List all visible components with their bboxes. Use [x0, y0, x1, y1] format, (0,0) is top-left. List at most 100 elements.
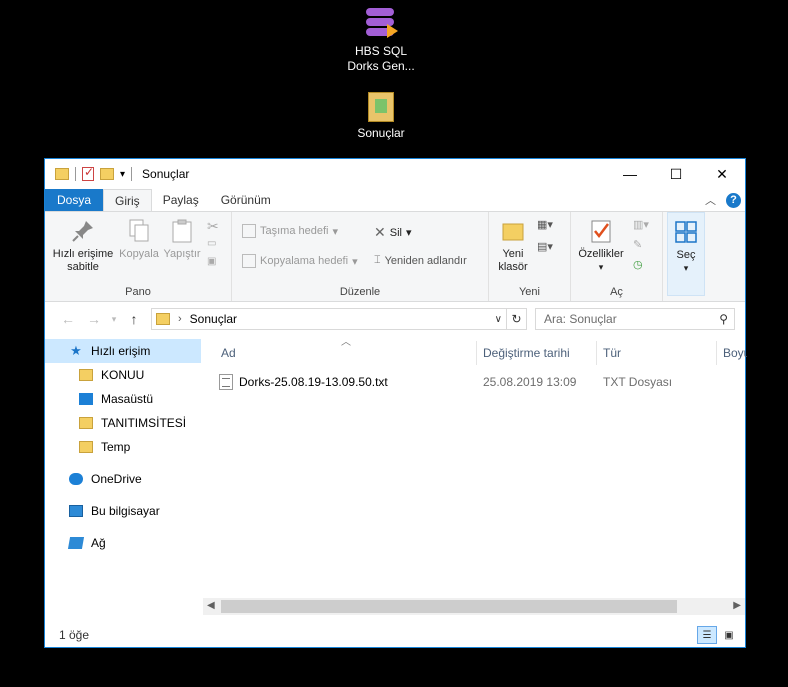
select-label: Seç — [676, 249, 696, 261]
scroll-left-icon[interactable]: ◀ — [207, 600, 215, 611]
properties-button[interactable]: Özellikler ▾ — [575, 218, 627, 274]
select-dropdown-icon: ▾ — [683, 263, 689, 273]
large-icons-view-icon[interactable]: ▣ — [719, 626, 739, 644]
delete-label: Sil — [389, 226, 402, 239]
easy-access-icon[interactable]: ▤▾ — [537, 240, 553, 262]
properties-icon — [588, 218, 614, 244]
column-header-name[interactable]: Ad — [221, 339, 476, 367]
network-icon — [67, 537, 85, 549]
open-group: Özellikler ▾ ▥▾ ✎ ◷ Aç — [571, 212, 663, 301]
nav-item-label: Bu bilgisayar — [91, 504, 160, 518]
tab-home[interactable]: Giriş — [103, 189, 152, 211]
nav-item-network[interactable]: Ağ — [45, 531, 201, 555]
paste-label: Yapıştır — [163, 248, 201, 260]
details-view-icon[interactable]: ☰ — [697, 626, 717, 644]
copy-to-icon — [242, 254, 256, 268]
select-group: Seç ▾ — [663, 212, 741, 301]
pin-quick-access-button[interactable]: Hızlı erişime sabitle — [49, 218, 117, 274]
recent-locations-icon[interactable]: ▾ — [107, 314, 121, 325]
rename-button[interactable]: ⌶ Yeniden adlandır — [374, 254, 467, 267]
close-button[interactable]: ✕ — [699, 159, 745, 189]
new-group-label: Yeni — [518, 286, 540, 298]
help-icon[interactable]: ? — [726, 192, 741, 208]
scroll-right-icon[interactable]: ▶ — [733, 600, 741, 611]
folder-icon — [55, 168, 69, 180]
ribbon: Hızlı erişime sabitle Kopyala Yapıştır ✂… — [45, 211, 745, 302]
select-button[interactable]: Seç ▾ — [667, 212, 705, 296]
nav-item-quick-access[interactable]: ★ Hızlı erişim — [45, 339, 201, 363]
address-bar[interactable]: › Sonuçlar ∨ — [151, 308, 507, 330]
customize-toolbar-dropdown-icon[interactable]: ▾ — [120, 169, 125, 180]
navigation-pane: ★ Hızlı erişim KONUU Masaüstü TANITIMSİT… — [45, 339, 203, 617]
delete-icon: ✕ — [374, 224, 386, 240]
nav-item-desktop[interactable]: Masaüstü — [45, 387, 201, 411]
search-icon: ⚲ — [719, 312, 728, 326]
search-input[interactable]: Ara: Sonuçlar ⚲ — [535, 308, 735, 330]
content-area: ★ Hızlı erişim KONUU Masaüstü TANITIMSİT… — [45, 337, 747, 647]
folder-icon — [368, 92, 394, 122]
paste-button[interactable]: Yapıştır — [161, 218, 203, 261]
address-row: ← → ▾ ↑ › Sonuçlar ∨ ↻ Ara: Sonuçlar ⚲ — [45, 302, 745, 336]
horizontal-scrollbar[interactable]: ◀ ▶ — [203, 598, 745, 615]
nav-item-label: Hızlı erişim — [91, 344, 151, 358]
new-folder-quick-icon[interactable] — [100, 168, 114, 180]
column-header-modified[interactable]: Değiştirme tarihi — [483, 339, 593, 367]
nav-item-temp[interactable]: Temp — [45, 435, 201, 459]
refresh-button[interactable]: ↻ — [507, 308, 527, 330]
desktop-folder-icon[interactable]: Sonuçlar — [336, 92, 426, 141]
properties-quick-icon[interactable] — [82, 165, 94, 181]
cut-icon[interactable]: ✂ — [207, 218, 225, 238]
clipboard-group: Hızlı erişime sabitle Kopyala Yapıştır ✂… — [45, 212, 232, 301]
back-arrow-icon[interactable]: ← — [55, 311, 81, 327]
open-icon[interactable]: ▥▾ — [633, 218, 649, 238]
nav-item-label: Ağ — [91, 536, 106, 550]
new-item-icon[interactable]: ▦▾ — [537, 218, 553, 240]
copy-to-label: Kopyalama hedefi — [260, 255, 349, 267]
copy-button[interactable]: Kopyala — [117, 218, 161, 261]
copy-path-icon[interactable]: ▭ — [207, 238, 225, 256]
move-to-button[interactable]: Taşıma hedefi ▾ — [242, 224, 338, 238]
up-arrow-icon[interactable]: ↑ — [121, 311, 147, 327]
table-row[interactable]: Dorks-25.08.19-13.09.50.txt 25.08.2019 1… — [219, 371, 745, 393]
rename-label: Yeniden adlandır — [384, 254, 467, 267]
text-file-icon — [219, 374, 233, 390]
chevron-right-icon[interactable]: › — [178, 313, 182, 325]
nav-item-konuu[interactable]: KONUU — [45, 363, 201, 387]
nav-item-this-pc[interactable]: Bu bilgisayar — [45, 499, 201, 523]
tab-view[interactable]: Görünüm — [210, 189, 282, 211]
title-bar[interactable]: ▾ Sonuçlar — ☐ ✕ — [45, 159, 745, 189]
nav-item-label: Masaüstü — [101, 392, 154, 406]
new-folder-icon — [500, 218, 526, 244]
tab-share[interactable]: Paylaş — [152, 189, 210, 211]
scrollbar-thumb[interactable] — [221, 600, 677, 613]
item-count: 1 öğe — [59, 628, 90, 642]
chevron-down-icon[interactable]: ∨ — [491, 314, 506, 325]
nav-item-tanitimsitesi[interactable]: TANITIMSİTESİ — [45, 411, 201, 435]
maximize-button[interactable]: ☐ — [653, 159, 699, 189]
new-group: Yeni klasör ▦▾ ▤▾ Yeni — [489, 212, 571, 301]
search-placeholder: Ara: Sonuçlar — [544, 312, 617, 326]
copy-label: Kopyala — [119, 248, 159, 260]
address-path[interactable]: Sonuçlar — [190, 312, 237, 326]
history-icon[interactable]: ◷ — [633, 258, 649, 278]
column-header-size[interactable]: Boyut — [723, 339, 747, 367]
paste-shortcut-icon[interactable]: ▣ — [207, 256, 225, 274]
new-folder-button[interactable]: Yeni klasör — [495, 218, 531, 274]
minimize-button[interactable]: — — [607, 159, 653, 189]
file-explorer-window: ▾ Sonuçlar — ☐ ✕ Dosya Giriş Paylaş Görü… — [44, 158, 747, 648]
nav-item-onedrive[interactable]: OneDrive — [45, 467, 201, 491]
divider — [476, 341, 477, 365]
desktop-folder-label: Sonuçlar — [357, 126, 405, 140]
column-header-type[interactable]: Tür — [603, 339, 713, 367]
open-group-label: Aç — [610, 286, 623, 298]
copy-to-button[interactable]: Kopyalama hedefi ▾ — [242, 254, 358, 268]
select-icon — [673, 219, 699, 245]
delete-button[interactable]: ✕ Sil ▾ — [374, 224, 412, 241]
forward-arrow-icon[interactable]: → — [81, 311, 107, 327]
desktop-app-icon[interactable]: HBS SQL Dorks Gen... — [336, 6, 426, 74]
tab-file[interactable]: Dosya — [45, 189, 104, 211]
collapse-ribbon-icon[interactable]: ︿ — [705, 192, 716, 208]
divider — [596, 341, 597, 365]
edit-icon[interactable]: ✎ — [633, 238, 649, 258]
computer-icon — [69, 505, 83, 517]
